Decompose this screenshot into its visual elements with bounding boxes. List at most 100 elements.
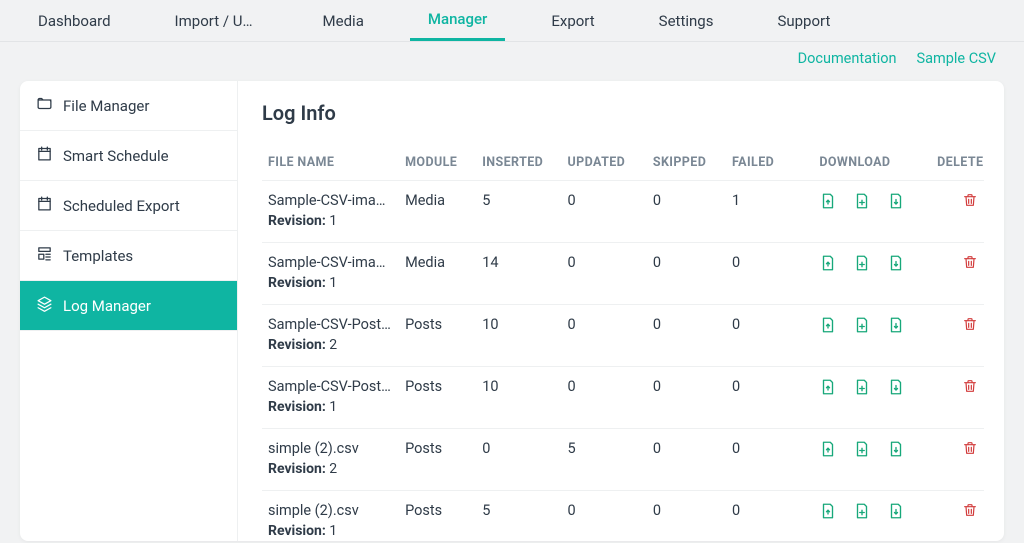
download-log-icon[interactable] bbox=[887, 254, 905, 276]
template-icon bbox=[36, 245, 53, 266]
calendar-icon bbox=[36, 195, 53, 216]
revision: Revision: 1 bbox=[268, 213, 393, 229]
tab-settings[interactable]: Settings bbox=[641, 2, 732, 40]
download-original-icon[interactable] bbox=[819, 378, 837, 400]
download-new-icon[interactable] bbox=[853, 378, 871, 400]
revision: Revision: 2 bbox=[268, 461, 393, 477]
file-name: simple (2).csv bbox=[268, 440, 392, 457]
download-original-icon[interactable] bbox=[819, 502, 837, 524]
calendar-icon bbox=[36, 145, 53, 166]
file-name: Sample-CSV-Post… bbox=[268, 316, 392, 333]
cell-failed: 0 bbox=[726, 429, 813, 491]
sidebar-item-label: Templates bbox=[63, 247, 133, 265]
delete-icon[interactable] bbox=[962, 319, 978, 336]
cell-skipped: 0 bbox=[647, 243, 726, 305]
download-original-icon[interactable] bbox=[819, 192, 837, 214]
table-row: simple (2).csvRevision: 2Posts0500 bbox=[262, 429, 984, 491]
table-row: Sample-CSV-ima…Revision: 1Media14000 bbox=[262, 243, 984, 305]
cell-updated: 0 bbox=[562, 243, 647, 305]
download-new-icon[interactable] bbox=[853, 440, 871, 462]
layers-icon bbox=[36, 295, 53, 316]
sidebar-item-label: Smart Schedule bbox=[63, 147, 169, 165]
table-row: Sample-CSV-Post…Revision: 1Posts10000 bbox=[262, 367, 984, 429]
sub-links: Documentation Sample CSV bbox=[0, 42, 1024, 71]
revision: Revision: 2 bbox=[268, 337, 393, 353]
delete-icon[interactable] bbox=[962, 443, 978, 460]
cell-skipped: 0 bbox=[647, 429, 726, 491]
cell-module: Posts bbox=[399, 429, 476, 491]
cell-updated: 0 bbox=[562, 491, 647, 542]
sample-csv-link[interactable]: Sample CSV bbox=[917, 50, 996, 67]
documentation-link[interactable]: Documentation bbox=[798, 50, 897, 67]
tab-export[interactable]: Export bbox=[533, 2, 612, 40]
cell-inserted: 10 bbox=[476, 305, 561, 367]
table-row: Sample-CSV-Post…Revision: 2Posts10000 bbox=[262, 305, 984, 367]
sidebar-item-log-manager[interactable]: Log Manager bbox=[20, 281, 237, 331]
page-title: Log Info bbox=[262, 101, 984, 125]
main-panel: File Manager Smart Schedule Scheduled Expo… bbox=[20, 81, 1004, 541]
sidebar: File Manager Smart Schedule Scheduled Expo… bbox=[20, 81, 238, 541]
tab-manager[interactable]: Manager bbox=[410, 0, 505, 41]
cell-skipped: 0 bbox=[647, 367, 726, 429]
download-log-icon[interactable] bbox=[887, 440, 905, 462]
download-new-icon[interactable] bbox=[853, 254, 871, 276]
tab-support[interactable]: Support bbox=[759, 2, 848, 40]
cell-updated: 0 bbox=[562, 181, 647, 243]
sidebar-item-file-manager[interactable]: File Manager bbox=[20, 81, 237, 131]
th-download: DOWNLOAD bbox=[813, 145, 931, 181]
cell-module: Media bbox=[399, 243, 476, 305]
cell-module: Posts bbox=[399, 305, 476, 367]
table-row: simple (2).csvRevision: 1Posts5000 bbox=[262, 491, 984, 542]
file-name: simple (2).csv bbox=[268, 502, 392, 519]
file-name: Sample-CSV-Post… bbox=[268, 378, 392, 395]
cell-updated: 5 bbox=[562, 429, 647, 491]
tab-media[interactable]: Media bbox=[305, 2, 382, 40]
cell-inserted: 14 bbox=[476, 243, 561, 305]
download-original-icon[interactable] bbox=[819, 254, 837, 276]
download-new-icon[interactable] bbox=[853, 192, 871, 214]
sidebar-item-scheduled-export[interactable]: Scheduled Export bbox=[20, 181, 237, 231]
th-updated: UPDATED bbox=[562, 145, 647, 181]
cell-inserted: 10 bbox=[476, 367, 561, 429]
file-name: Sample-CSV-ima… bbox=[268, 192, 392, 209]
th-failed: FAILED bbox=[726, 145, 813, 181]
download-log-icon[interactable] bbox=[887, 378, 905, 400]
cell-failed: 0 bbox=[726, 305, 813, 367]
th-file: FILE NAME bbox=[262, 145, 399, 181]
delete-icon[interactable] bbox=[962, 257, 978, 274]
th-module: MODULE bbox=[399, 145, 476, 181]
delete-icon[interactable] bbox=[962, 505, 978, 522]
cell-updated: 0 bbox=[562, 305, 647, 367]
download-new-icon[interactable] bbox=[853, 316, 871, 338]
log-table: FILE NAME MODULE INSERTED UPDATED SKIPPE… bbox=[262, 145, 984, 541]
cell-failed: 0 bbox=[726, 243, 813, 305]
tab-import-upda[interactable]: Import / Upda… bbox=[157, 2, 277, 40]
sidebar-item-label: Scheduled Export bbox=[63, 197, 180, 215]
cell-skipped: 0 bbox=[647, 181, 726, 243]
delete-icon[interactable] bbox=[962, 381, 978, 398]
cell-failed: 1 bbox=[726, 181, 813, 243]
log-table-body: Sample-CSV-ima…Revision: 1Media5001Sampl… bbox=[262, 181, 984, 542]
download-original-icon[interactable] bbox=[819, 440, 837, 462]
cell-inserted: 5 bbox=[476, 181, 561, 243]
download-log-icon[interactable] bbox=[887, 192, 905, 214]
tab-dashboard[interactable]: Dashboard bbox=[20, 2, 129, 40]
th-inserted: INSERTED bbox=[476, 145, 561, 181]
cell-inserted: 5 bbox=[476, 491, 561, 542]
cell-updated: 0 bbox=[562, 367, 647, 429]
delete-icon[interactable] bbox=[962, 195, 978, 212]
table-row: Sample-CSV-ima…Revision: 1Media5001 bbox=[262, 181, 984, 243]
download-original-icon[interactable] bbox=[819, 316, 837, 338]
sidebar-item-templates[interactable]: Templates bbox=[20, 231, 237, 281]
file-name: Sample-CSV-ima… bbox=[268, 254, 392, 271]
sidebar-item-smart-schedule[interactable]: Smart Schedule bbox=[20, 131, 237, 181]
download-new-icon[interactable] bbox=[853, 502, 871, 524]
download-log-icon[interactable] bbox=[887, 316, 905, 338]
revision: Revision: 1 bbox=[268, 275, 393, 291]
cell-skipped: 0 bbox=[647, 305, 726, 367]
cell-module: Media bbox=[399, 181, 476, 243]
main-content: Log Info FILE NAME MODULE INSERTED UPDAT… bbox=[238, 81, 1004, 541]
cell-module: Posts bbox=[399, 367, 476, 429]
cell-inserted: 0 bbox=[476, 429, 561, 491]
download-log-icon[interactable] bbox=[887, 502, 905, 524]
